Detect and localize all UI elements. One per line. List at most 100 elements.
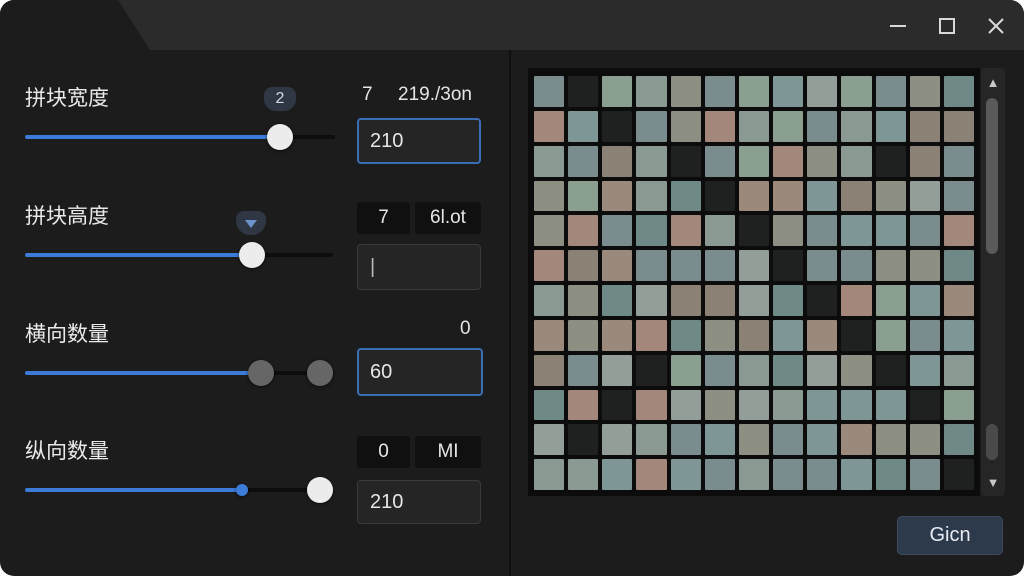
- mosaic-tile: [841, 389, 872, 421]
- mosaic-tile: [841, 110, 872, 142]
- horizontal-count-label: 横向数量: [25, 322, 109, 346]
- horizontal-count-slider-end-thumb[interactable]: [307, 360, 333, 386]
- mosaic-tile: [909, 110, 940, 142]
- action-button[interactable]: Gicn: [897, 516, 1003, 555]
- mosaic-tile: [670, 285, 701, 316]
- mosaic-tile: [943, 424, 974, 456]
- mosaic-tile: [636, 389, 667, 421]
- mosaic-tile: [704, 319, 735, 351]
- mosaic-tile: [534, 424, 565, 456]
- mosaic-tile: [568, 459, 599, 490]
- mosaic-preview[interactable]: [528, 68, 980, 496]
- tile-width-slider-thumb[interactable]: [267, 124, 293, 150]
- mosaic-tile: [841, 459, 872, 490]
- mosaic-tile: [773, 285, 804, 316]
- mosaic-tile: [568, 424, 599, 456]
- preview-scrollbar[interactable]: ▲ ▼: [981, 68, 1005, 496]
- mosaic-tile: [670, 180, 701, 212]
- tile-width-input[interactable]: 210: [357, 118, 481, 164]
- vertical-count-slider[interactable]: [25, 477, 333, 503]
- mosaic-grid: [534, 76, 974, 490]
- mosaic-tile: [807, 389, 838, 421]
- mosaic-tile: [773, 319, 804, 351]
- close-icon[interactable]: [981, 12, 1011, 40]
- mosaic-tile: [943, 180, 974, 212]
- mosaic-tile: [534, 110, 565, 142]
- scroll-down-icon[interactable]: ▼: [981, 472, 1005, 492]
- mosaic-tile: [943, 215, 974, 247]
- maximize-icon[interactable]: [932, 12, 962, 40]
- mosaic-tile: [636, 250, 667, 281]
- vertical-count-input[interactable]: 210: [357, 480, 481, 524]
- mosaic-tile: [909, 319, 940, 351]
- mosaic-tile: [670, 459, 701, 490]
- mosaic-tile: [704, 285, 735, 316]
- mosaic-tile: [670, 110, 701, 142]
- mosaic-tile: [704, 110, 735, 142]
- minimize-icon[interactable]: [883, 12, 913, 40]
- mosaic-tile: [943, 389, 974, 421]
- mosaic-tile: [943, 319, 974, 351]
- mosaic-tile: [636, 459, 667, 490]
- mosaic-tile: [568, 285, 599, 316]
- mosaic-tile: [602, 250, 633, 281]
- tile-height-value-b: 6l.ot: [415, 202, 481, 234]
- mosaic-tile: [738, 459, 770, 490]
- mosaic-tile: [568, 110, 599, 142]
- mosaic-tile: [704, 76, 735, 107]
- mosaic-tile: [636, 180, 667, 212]
- mosaic-tile: [534, 76, 565, 107]
- mosaic-tile: [704, 459, 735, 490]
- mosaic-tile: [704, 215, 735, 247]
- horizontal-count-slider-thumb[interactable]: [248, 360, 274, 386]
- mosaic-tile: [773, 76, 804, 107]
- mosaic-tile: [909, 285, 940, 316]
- mosaic-tile: [738, 319, 770, 351]
- mosaic-tile: [807, 110, 838, 142]
- vertical-count-slider-thumb[interactable]: [236, 484, 248, 496]
- mosaic-tile: [773, 459, 804, 490]
- mosaic-tile: [841, 180, 872, 212]
- window-tab[interactable]: [0, 0, 150, 50]
- vertical-count-slider-end-thumb[interactable]: [307, 477, 333, 503]
- tile-height-slider-thumb[interactable]: [239, 242, 265, 268]
- mosaic-tile: [534, 145, 565, 177]
- tile-width-value-b: 219./3on: [398, 84, 472, 105]
- mosaic-tile: [670, 389, 701, 421]
- mosaic-tile: [602, 459, 633, 490]
- horizontal-count-input[interactable]: 60: [357, 348, 483, 396]
- tile-height-input[interactable]: |: [357, 244, 481, 290]
- scrollbar-thumb-lower[interactable]: [986, 424, 998, 460]
- mosaic-tile: [807, 285, 838, 316]
- tile-height-slider[interactable]: [25, 242, 333, 268]
- mosaic-tile: [909, 250, 940, 281]
- mosaic-tile: [670, 250, 701, 281]
- mosaic-tile: [534, 285, 565, 316]
- mosaic-tile: [738, 250, 770, 281]
- vertical-count-slider-fill: [25, 488, 242, 492]
- mosaic-tile: [534, 319, 565, 351]
- tile-width-slider[interactable]: [25, 124, 335, 150]
- mosaic-tile: [568, 250, 599, 281]
- mosaic-tile: [841, 424, 872, 456]
- mosaic-tile: [636, 285, 667, 316]
- mosaic-tile: [602, 180, 633, 212]
- mosaic-tile: [704, 145, 735, 177]
- mosaic-tile: [875, 180, 906, 212]
- mosaic-tile: [841, 145, 872, 177]
- mosaic-tile: [773, 389, 804, 421]
- mosaic-tile: [909, 424, 940, 456]
- mosaic-tile: [773, 424, 804, 456]
- mosaic-tile: [807, 319, 838, 351]
- mosaic-tile: [636, 354, 667, 386]
- scroll-up-icon[interactable]: ▲: [981, 72, 1005, 92]
- mosaic-tile: [909, 389, 940, 421]
- mosaic-tile: [670, 76, 701, 107]
- mosaic-tile: [636, 215, 667, 247]
- mosaic-tile: [943, 110, 974, 142]
- mosaic-tile: [602, 110, 633, 142]
- mosaic-tile: [773, 354, 804, 386]
- scrollbar-thumb[interactable]: [986, 98, 998, 254]
- mosaic-tile: [738, 76, 770, 107]
- horizontal-count-slider[interactable]: [25, 360, 333, 386]
